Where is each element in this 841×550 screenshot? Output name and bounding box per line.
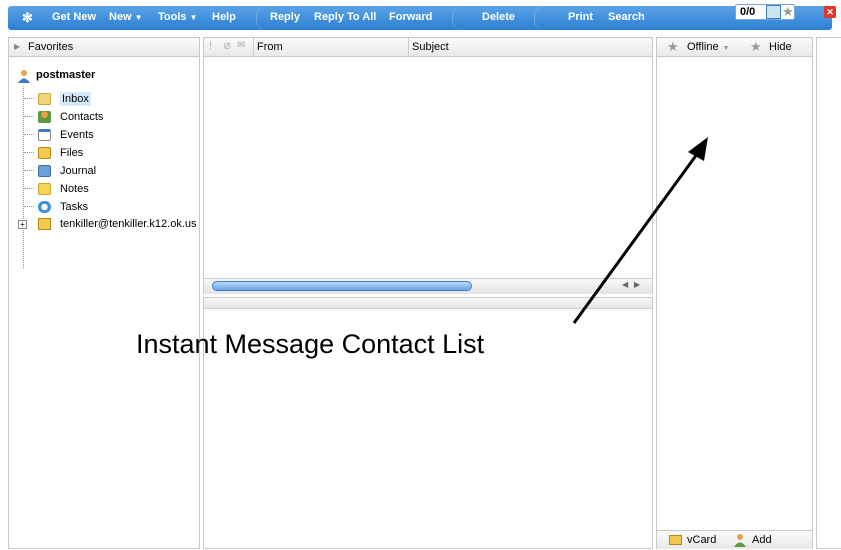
annotation-arrow xyxy=(572,137,708,324)
annotation-label: Instant Message Contact List xyxy=(136,329,485,359)
